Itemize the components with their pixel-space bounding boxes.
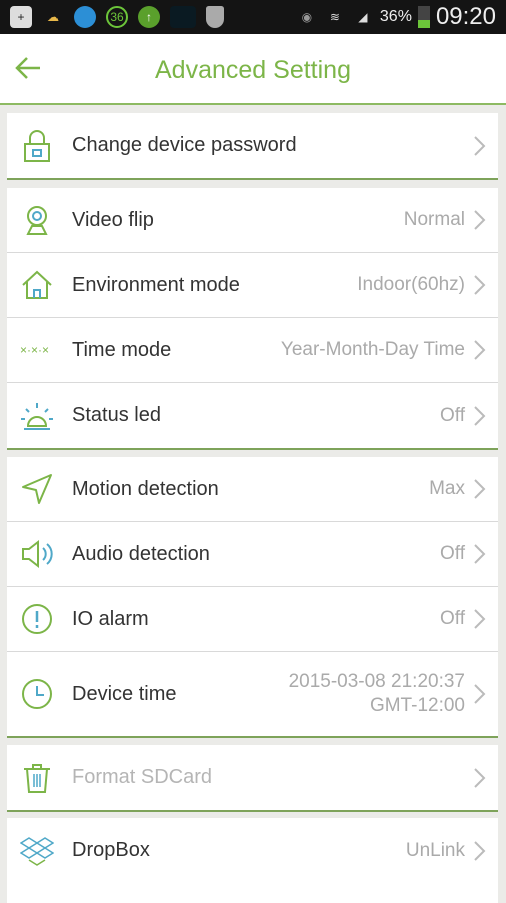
setting-value-line: Off [440,608,465,629]
lock-icon [24,129,50,162]
setting-row-status-led[interactable]: Status led Off [7,383,498,448]
setting-row-change-device-password[interactable]: Change device password [7,113,498,178]
setting-label: Environment mode [72,273,240,296]
setting-value: Max [429,477,465,501]
setting-label: Device time [72,682,177,705]
setting-value: Normal [404,208,465,232]
chevron-right-icon [474,479,486,499]
setting-value-line: Normal [403,209,465,230]
setting-value: Year-Month-Day Time [281,338,465,362]
shield-icon [206,6,224,28]
app-icon [170,6,196,28]
setting-value-line: UnLink [405,839,465,861]
chevron-right-icon [474,767,486,788]
settings-group: Motion detection Max Audio detection Off… [7,457,498,738]
chevron-right-icon [474,609,486,629]
setting-label: IO alarm [72,607,149,630]
setting-value-line: 2015-03-08 21:20:37 [288,671,465,692]
wifi-icon: ≋ [329,10,340,24]
battery-icon [417,6,430,28]
setting-value: Indoor(60hz) [357,273,465,297]
chevron-right-icon [474,684,486,704]
setting-row-device-time[interactable]: Device time 2015-03-08 21:20:37 GMT-12:00 [7,652,498,736]
badge-36-icon: 36 [106,6,128,28]
camera-icon [26,206,48,235]
setting-value: 2015-03-08 21:20:37 GMT-12:00 [289,670,465,718]
setting-row-io-alarm[interactable]: IO alarm Off [7,587,498,652]
setting-value: UnLink [406,839,465,863]
status-bar: + ☁ 36 ↑ ◉ ≋ ◢ 36% 09:20 [0,0,506,34]
app-header: Advanced Setting [0,34,506,105]
chevron-right-icon [474,275,486,295]
setting-value: Off [440,404,465,428]
led-icon [21,402,53,430]
settings-group: Format SDCard [7,745,498,812]
time-format-icon: ×·×·× [20,343,49,357]
setting-value-line: Max [429,478,465,499]
chevron-right-icon [474,840,486,861]
setting-label: Motion detection [72,477,219,500]
browser-icon [74,6,96,28]
page-title: Advanced Setting [155,56,351,84]
weather-icon: ☁ [47,10,59,24]
clock: 09:20 [435,3,496,30]
clock-icon [22,679,52,709]
setting-value-line: Year-Month-Day Time [280,339,465,360]
setting-label: Video flip [72,208,154,231]
trash-icon [24,763,50,793]
setting-label: Time mode [72,338,172,361]
settings-group: Change device password [7,113,498,180]
setting-row-motion-detection[interactable]: Motion detection Max [7,457,498,522]
setting-row-time-mode[interactable]: ×·×·× Time mode Year-Month-Day Time [7,318,498,383]
setting-label: Audio detection [72,542,210,565]
home-icon [22,270,52,299]
battery-percent: 36% [379,8,412,25]
setting-label: Status led [72,404,161,426]
setting-row-environment-mode[interactable]: Environment mode Indoor(60hz) [7,253,498,318]
setting-value-line: Indoor(60hz) [357,274,465,295]
eye-icon: ◉ [301,10,313,24]
signal-icon: ◢ [358,10,368,24]
setting-value: Off [440,542,465,566]
chevron-right-icon [474,210,486,230]
setting-label: Change device password [72,134,297,156]
settings-group: Video flip Normal Environment mode Indoo… [7,188,498,450]
upload-icon: ↑ [138,6,160,28]
settings-group-partial [7,883,498,903]
chevron-right-icon [474,135,486,156]
setting-row-audio-detection[interactable]: Audio detection Off [7,522,498,587]
add-icon: + [10,6,32,28]
setting-value: Off [440,607,465,631]
settings-group: DropBox UnLink [7,818,498,883]
setting-value-line: Off [440,404,465,426]
setting-row-video-flip[interactable]: Video flip Normal [7,188,498,253]
setting-label: Format SDCard [72,766,213,788]
chevron-right-icon [474,544,486,564]
svg-text:×·×·×: ×·×·× [20,343,49,357]
setting-row-dropbox[interactable]: DropBox UnLink [7,818,498,883]
chevron-right-icon [474,340,486,360]
setting-value-line: Off [440,543,465,564]
setting-value-line-2: GMT-12:00 [369,695,465,716]
dropbox-icon [20,836,54,866]
setting-label: DropBox [72,839,150,861]
chevron-right-icon [474,405,486,426]
setting-row-format-sdcard[interactable]: Format SDCard [7,745,498,810]
motion-icon [22,474,52,504]
speaker-icon [22,539,53,569]
alert-icon [22,604,52,634]
